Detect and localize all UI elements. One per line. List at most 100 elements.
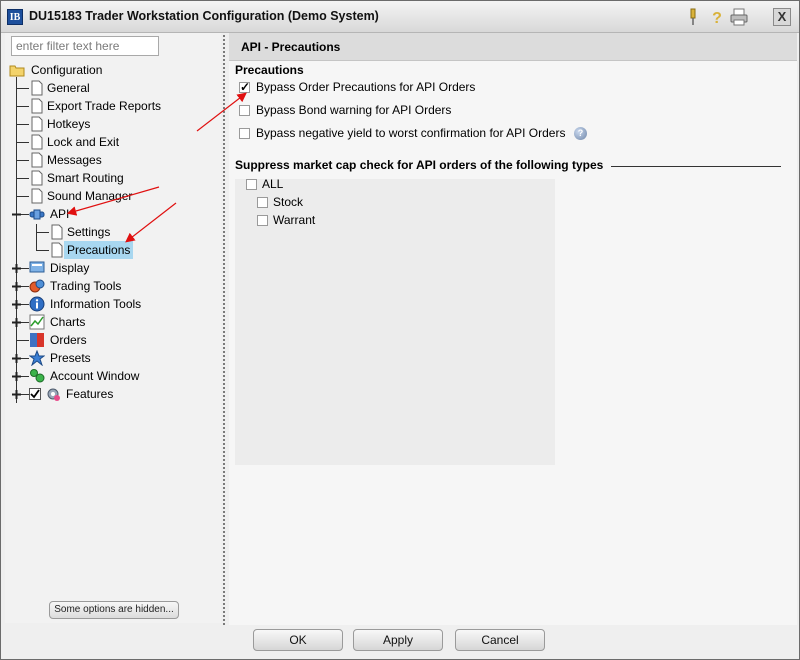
tree-item-label: Messages: [47, 153, 102, 167]
expand-icon[interactable]: [12, 318, 21, 327]
bypass-negative-yield-label[interactable]: Bypass negative yield to worst confirmat…: [256, 126, 565, 140]
checkbox-checked-icon[interactable]: [29, 388, 41, 400]
suppress-stock-checkbox[interactable]: [257, 197, 268, 208]
window-title: DU15183 Trader Workstation Configuration…: [29, 9, 379, 23]
tree-item-label: Lock and Exit: [47, 135, 120, 149]
page-icon: [31, 152, 43, 168]
suppress-warrant-checkbox[interactable]: [257, 215, 268, 226]
bypass-bond-warning-label[interactable]: Bypass Bond warning for API Orders: [256, 103, 451, 117]
expand-icon[interactable]: [12, 282, 21, 291]
suppress-options-area: ALL Stock Warrant: [235, 177, 555, 465]
tree-item-smart-routing[interactable]: Smart Routing: [5, 169, 215, 187]
hidden-options-button[interactable]: Some options are hidden...: [49, 601, 179, 619]
tree-item-charts[interactable]: Charts: [5, 313, 215, 331]
page-icon: [31, 80, 43, 96]
presets-icon: [29, 350, 45, 366]
page-icon: [51, 224, 63, 240]
tree-item-general[interactable]: General: [5, 79, 215, 97]
tree-item-label: Settings: [67, 225, 111, 239]
help-icon[interactable]: ?: [707, 7, 727, 27]
cancel-button[interactable]: Cancel: [455, 629, 545, 651]
expand-icon[interactable]: [12, 354, 21, 363]
tree-item-label: Configuration: [31, 63, 103, 77]
info-help-icon[interactable]: ?: [574, 127, 587, 140]
expand-icon[interactable]: [12, 390, 21, 399]
bypass-order-precautions-checkbox[interactable]: [239, 80, 250, 94]
tree-item-label: Hotkeys: [47, 117, 91, 131]
close-button[interactable]: X: [773, 8, 791, 26]
navigation-pane: Configuration General Export Trade Repor…: [5, 33, 221, 623]
folder-icon: [9, 65, 25, 77]
tree-item-api[interactable]: API: [5, 205, 215, 223]
expand-icon[interactable]: [12, 300, 21, 309]
tree-item-label: Information Tools: [50, 297, 142, 311]
tree-item-label: Account Window: [50, 369, 140, 383]
suppress-warrant-label[interactable]: Warrant: [273, 213, 315, 227]
tree-item-api-settings[interactable]: Settings: [5, 223, 215, 241]
precautions-group-title: Precautions: [235, 63, 304, 77]
information-icon: [29, 296, 45, 312]
ok-button[interactable]: OK: [253, 629, 343, 651]
account-icon: [30, 369, 45, 383]
tree-item-api-precautions[interactable]: Precautions: [5, 241, 215, 259]
tree-item-orders[interactable]: Orders: [5, 331, 215, 349]
tree-item-label: Export Trade Reports: [47, 99, 162, 113]
tree-item-label: Display: [50, 261, 90, 275]
display-monitor-icon: [29, 261, 45, 273]
page-icon: [31, 170, 43, 186]
config-window: IB DU15183 Trader Workstation Configurat…: [0, 0, 800, 660]
tree-item-lock-and-exit[interactable]: Lock and Exit: [5, 133, 215, 151]
tree-item-information-tools[interactable]: Information Tools: [5, 295, 215, 313]
section-header: API - Precautions: [229, 33, 797, 61]
bypass-negative-yield-checkbox[interactable]: [239, 128, 250, 139]
tree-item-label: Charts: [50, 315, 86, 329]
pane-splitter[interactable]: [223, 35, 225, 625]
page-icon: [51, 242, 63, 258]
tree-item-label: API: [50, 207, 70, 221]
page-icon: [31, 188, 43, 204]
pin-icon[interactable]: [683, 7, 703, 27]
tree-item-export-trade-reports[interactable]: Export Trade Reports: [5, 97, 215, 115]
tree-item-messages[interactable]: Messages: [5, 151, 215, 169]
page-icon: [31, 98, 43, 114]
filter-input[interactable]: [11, 36, 159, 56]
expand-icon[interactable]: [12, 264, 21, 273]
suppress-group-title: Suppress market cap check for API orders…: [235, 158, 604, 172]
group-divider: [611, 166, 781, 167]
tree-item-account-window[interactable]: Account Window: [5, 367, 215, 385]
svg-text:?: ?: [712, 10, 722, 27]
print-icon[interactable]: [729, 7, 749, 27]
bypass-bond-warning-checkbox[interactable]: [239, 105, 250, 116]
tree-item-sound-manager[interactable]: Sound Manager: [5, 187, 215, 205]
page-title: API - Precautions: [241, 40, 341, 54]
tree-item-label: Features: [66, 387, 114, 401]
expand-icon[interactable]: [12, 372, 21, 381]
suppress-stock-label[interactable]: Stock: [273, 195, 303, 209]
config-tree: Configuration General Export Trade Repor…: [5, 61, 221, 441]
tree-item-display[interactable]: Display: [5, 259, 215, 277]
tree-item-features[interactable]: Features: [5, 385, 215, 403]
bypass-order-precautions-label[interactable]: Bypass Order Precautions for API Orders: [256, 80, 475, 94]
collapse-icon[interactable]: [12, 210, 21, 219]
page-icon: [31, 116, 43, 132]
tree-item-configuration[interactable]: Configuration: [7, 61, 207, 79]
tree-item-label: General: [47, 81, 90, 95]
features-gear-icon: [47, 388, 60, 401]
tree-item-label: Trading Tools: [50, 279, 122, 293]
tree-item-label-selected: Precautions: [64, 241, 134, 259]
suppress-all-label[interactable]: ALL: [262, 177, 283, 191]
ib-logo-icon: IB: [7, 9, 23, 25]
page-icon: [31, 134, 43, 150]
tree-item-label: Smart Routing: [47, 171, 124, 185]
chart-icon: [29, 314, 45, 330]
tree-item-label: Orders: [50, 333, 87, 347]
suppress-all-checkbox[interactable]: [246, 179, 257, 190]
tree-item-hotkeys[interactable]: Hotkeys: [5, 115, 215, 133]
tree-item-label: Presets: [50, 351, 91, 365]
tree-item-label: Sound Manager: [47, 189, 133, 203]
apply-button[interactable]: Apply: [353, 629, 443, 651]
tree-item-presets[interactable]: Presets: [5, 349, 215, 367]
settings-pane: API - Precautions Precautions Bypass Ord…: [229, 33, 797, 625]
api-plug-icon: [29, 209, 45, 220]
tree-item-trading-tools[interactable]: Trading Tools: [5, 277, 215, 295]
